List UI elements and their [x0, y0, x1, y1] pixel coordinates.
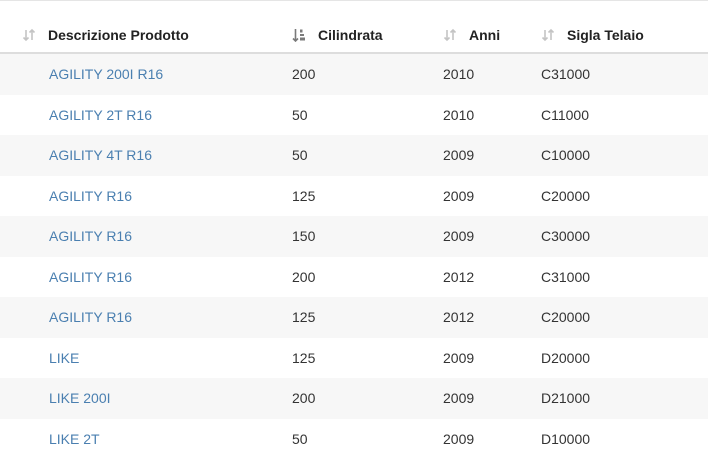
cell-cilindrata: 50: [292, 135, 443, 176]
products-table: Descrizione Prodotto Cilindrata Anni Sig…: [0, 18, 708, 459]
cell-anni: 2009: [443, 337, 541, 378]
cell-descrizione: AGILITY R16: [0, 297, 292, 338]
table-row[interactable]: LIKE 2T 50 2009 D10000: [0, 418, 708, 459]
cell-anni: 2010: [443, 94, 541, 135]
table-header: Descrizione Prodotto Cilindrata Anni Sig…: [0, 18, 708, 54]
top-border: [0, 0, 708, 3]
table-row[interactable]: AGILITY R16 150 2009 C30000: [0, 216, 708, 257]
cell-sigla-telaio: C31000: [541, 256, 708, 297]
column-label: Sigla Telaio: [567, 27, 644, 43]
column-label: Cilindrata: [318, 27, 383, 43]
cell-sigla-telaio: D20000: [541, 337, 708, 378]
column-header-descrizione[interactable]: Descrizione Prodotto: [0, 18, 292, 54]
cell-anni: 2009: [443, 378, 541, 419]
cell-cilindrata: 50: [292, 418, 443, 459]
cell-descrizione: AGILITY R16: [0, 256, 292, 297]
cell-sigla-telaio: C10000: [541, 135, 708, 176]
cell-anni: 2009: [443, 418, 541, 459]
product-link[interactable]: AGILITY 4T R16: [49, 147, 152, 163]
cell-descrizione: LIKE 2T: [0, 418, 292, 459]
cell-descrizione: AGILITY R16: [0, 216, 292, 257]
cell-anni: 2009: [443, 135, 541, 176]
cell-cilindrata: 125: [292, 337, 443, 378]
sort-numeric-ascending-icon[interactable]: [292, 28, 306, 42]
cell-cilindrata: 200: [292, 378, 443, 419]
cell-descrizione: LIKE: [0, 337, 292, 378]
table-row[interactable]: AGILITY R16 125 2012 C20000: [0, 297, 708, 338]
cell-anni: 2012: [443, 297, 541, 338]
cell-anni: 2012: [443, 256, 541, 297]
cell-cilindrata: 150: [292, 216, 443, 257]
sort-neutral-icon[interactable]: [541, 28, 555, 42]
cell-sigla-telaio: C30000: [541, 216, 708, 257]
cell-sigla-telaio: C31000: [541, 53, 708, 95]
column-label: Descrizione Prodotto: [48, 27, 189, 43]
sort-neutral-icon[interactable]: [22, 28, 36, 42]
column-header-sigla-telaio[interactable]: Sigla Telaio: [541, 18, 708, 54]
table-row[interactable]: LIKE 200I 200 2009 D21000: [0, 378, 708, 419]
product-link[interactable]: LIKE 200I: [49, 390, 111, 406]
cell-cilindrata: 50: [292, 94, 443, 135]
table-row[interactable]: AGILITY 4T R16 50 2009 C10000: [0, 135, 708, 176]
table-body: AGILITY 200I R16 200 2010 C31000 AGILITY 2T …: [0, 53, 708, 459]
table-row[interactable]: AGILITY R16 200 2012 C31000: [0, 256, 708, 297]
table-row[interactable]: AGILITY 200I R16 200 2010 C31000: [0, 53, 708, 95]
product-link[interactable]: LIKE 2T: [49, 431, 100, 447]
product-link[interactable]: AGILITY 2T R16: [49, 107, 152, 123]
column-header-cilindrata[interactable]: Cilindrata: [292, 18, 443, 54]
cell-sigla-telaio: C20000: [541, 175, 708, 216]
cell-anni: 2010: [443, 53, 541, 95]
table-row[interactable]: AGILITY R16 125 2009 C20000: [0, 175, 708, 216]
cell-cilindrata: 200: [292, 53, 443, 95]
product-link[interactable]: LIKE: [49, 350, 79, 366]
cell-descrizione: AGILITY 4T R16: [0, 135, 292, 176]
cell-sigla-telaio: D10000: [541, 418, 708, 459]
column-header-anni[interactable]: Anni: [443, 18, 541, 54]
cell-descrizione: LIKE 200I: [0, 378, 292, 419]
cell-sigla-telaio: C20000: [541, 297, 708, 338]
table-row[interactable]: LIKE 125 2009 D20000: [0, 337, 708, 378]
product-link[interactable]: AGILITY R16: [49, 269, 132, 285]
cell-descrizione: AGILITY 2T R16: [0, 94, 292, 135]
product-link[interactable]: AGILITY 200I R16: [49, 66, 163, 82]
cell-anni: 2009: [443, 175, 541, 216]
product-link[interactable]: AGILITY R16: [49, 188, 132, 204]
cell-anni: 2009: [443, 216, 541, 257]
product-link[interactable]: AGILITY R16: [49, 228, 132, 244]
product-link[interactable]: AGILITY R16: [49, 309, 132, 325]
column-label: Anni: [469, 27, 501, 43]
sort-neutral-icon[interactable]: [443, 28, 457, 42]
cell-cilindrata: 125: [292, 297, 443, 338]
cell-descrizione: AGILITY R16: [0, 175, 292, 216]
cell-sigla-telaio: C11000: [541, 94, 708, 135]
cell-sigla-telaio: D21000: [541, 378, 708, 419]
table-row[interactable]: AGILITY 2T R16 50 2010 C11000: [0, 94, 708, 135]
cell-descrizione: AGILITY 200I R16: [0, 53, 292, 95]
cell-cilindrata: 200: [292, 256, 443, 297]
header-row: Descrizione Prodotto Cilindrata Anni Sig…: [0, 18, 708, 54]
cell-cilindrata: 125: [292, 175, 443, 216]
